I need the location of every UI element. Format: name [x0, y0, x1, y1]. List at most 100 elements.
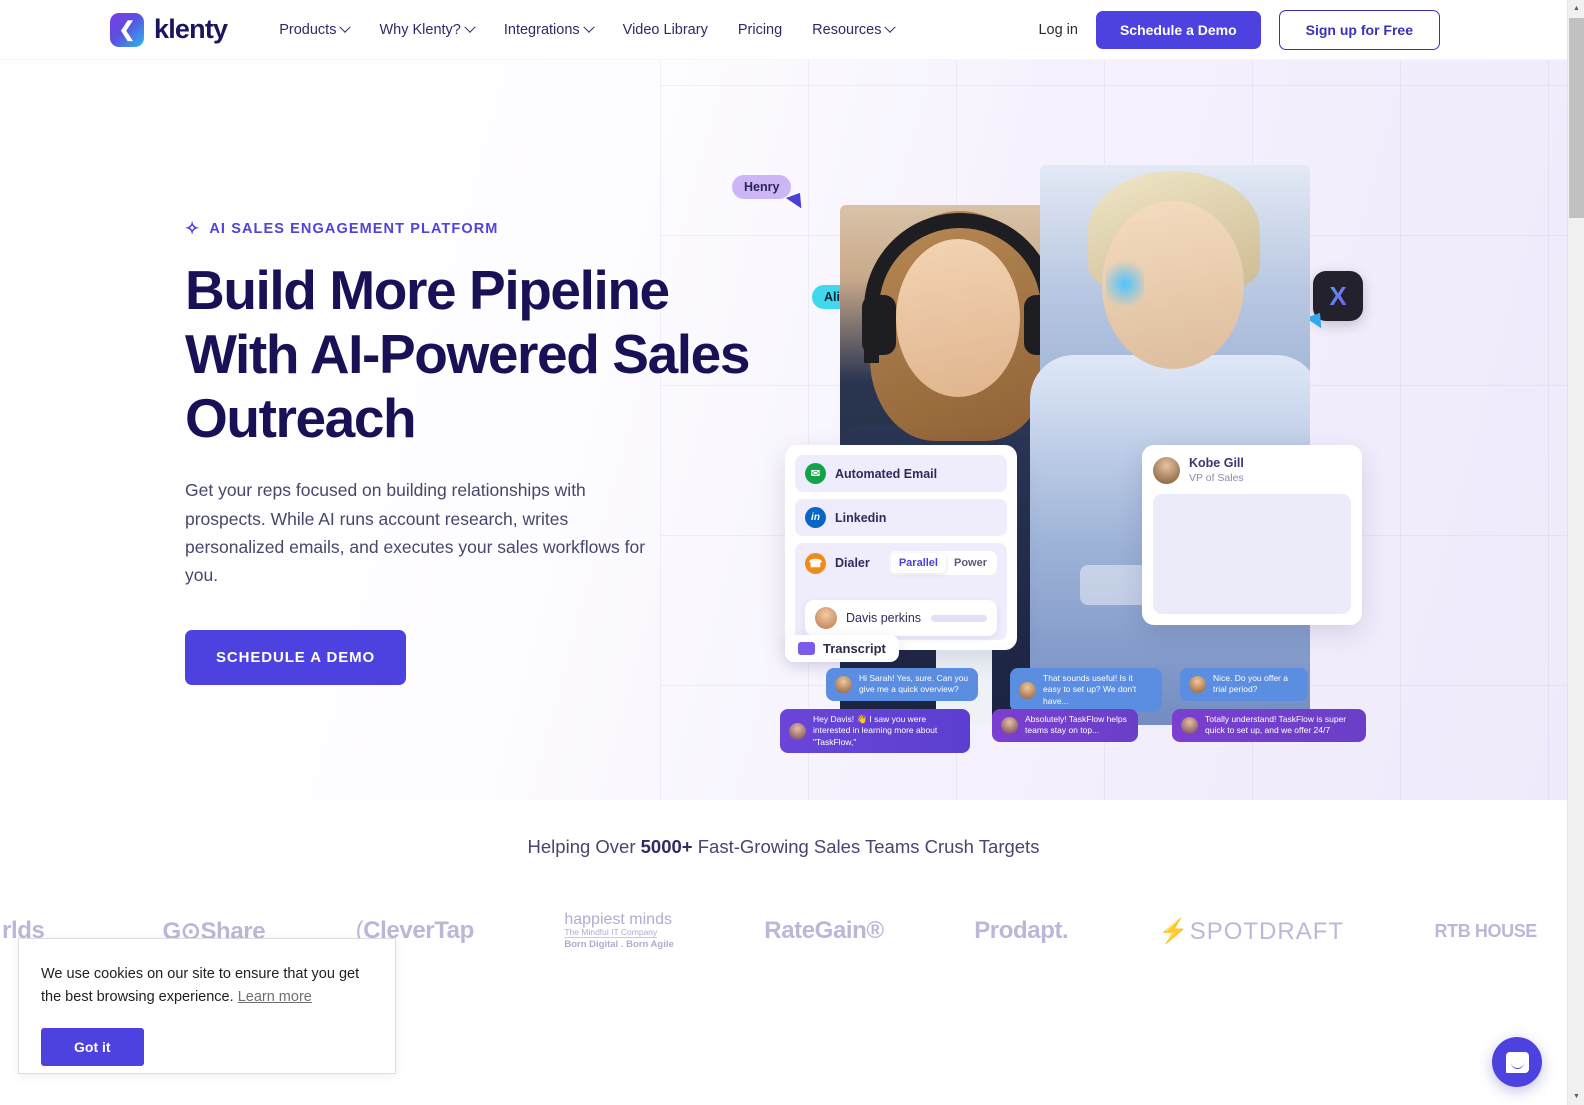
- profile-body-placeholder: [1153, 493, 1351, 614]
- transcript-icon: [798, 642, 815, 655]
- channel-label-linkedin: Linkedin: [835, 510, 887, 525]
- profile-header: Kobe Gill VP of Sales: [1153, 456, 1351, 485]
- chat-bubble-prospect-3: Nice. Do you offer a trial period?: [1180, 668, 1308, 701]
- social-proof-count: 5000+: [640, 836, 693, 857]
- intercom-chat-icon[interactable]: [1492, 1037, 1542, 1087]
- chat-text: Totally understand! TaskFlow is super qu…: [1205, 714, 1347, 736]
- dialer-mode-power[interactable]: Power: [946, 553, 995, 573]
- nav-item-why-klenty[interactable]: Why Klenty?: [379, 21, 476, 38]
- dialer-contact-row: Davis perkins: [805, 600, 997, 636]
- nav-item-resources[interactable]: Resources: [812, 21, 897, 38]
- signup-free-button[interactable]: Sign up for Free: [1278, 9, 1440, 50]
- chat-text: Hey Davis! 👋 I saw you were interested i…: [813, 714, 938, 747]
- channels-card: ✉ Automated Email in Linkedin ☎ Dialer P…: [785, 445, 1017, 650]
- logo-rategain: RateGain®: [764, 917, 884, 944]
- chat-text: Hi Sarah! Yes, sure. Can you give me a q…: [859, 673, 969, 695]
- chat-bubble-rep-3: Totally understand! TaskFlow is super qu…: [1172, 709, 1366, 742]
- chat-text: Nice. Do you offer a trial period?: [1213, 673, 1288, 695]
- chat-bubble-rep-1: Hey Davis! 👋 I saw you were interested i…: [780, 709, 970, 754]
- logo-hm-line3: Born Digital . Born Agile: [564, 939, 674, 951]
- logo-spotdraft-label: SPOTDRAFT: [1189, 917, 1345, 945]
- site-header: ❮ klenty Products Why Klenty? Integratio…: [0, 0, 1567, 60]
- chat-bubble-prospect-2: That sounds useful! Is it easy to set up…: [1010, 668, 1162, 713]
- social-proof-prefix: Helping Over: [527, 836, 641, 857]
- hero-eyebrow-label: AI SALES ENGAGEMENT PLATFORM: [209, 220, 499, 237]
- avatar: [835, 675, 852, 693]
- logo-text: klenty: [154, 14, 228, 44]
- dialer-mode-toggle[interactable]: Parallel Power: [888, 551, 997, 575]
- hero-title-line-3: Outreach: [185, 386, 417, 449]
- channel-label-email: Automated Email: [835, 466, 938, 481]
- nav-label-integrations: Integrations: [503, 21, 580, 38]
- chat-bubble-prospect-1: Hi Sarah! Yes, sure. Can you give me a q…: [826, 668, 978, 701]
- avatar: [815, 607, 837, 629]
- hero-section: ✧ AI SALES ENGAGEMENT PLATFORM Build Mor…: [0, 60, 1567, 800]
- cookie-consent-banner: We use cookies on our site to ensure tha…: [18, 938, 396, 1074]
- profile-card: Kobe Gill VP of Sales: [1142, 445, 1362, 625]
- scrollbar-up-arrow[interactable]: ▲: [1568, 0, 1584, 17]
- avatar: [1019, 681, 1036, 699]
- name-tag-henry: Henry: [732, 175, 792, 199]
- dialer-contact-name: Davis perkins: [846, 611, 922, 625]
- logo-happiest-minds: happiest minds The Mindful IT Company Bo…: [564, 911, 674, 951]
- hero-schedule-demo-button[interactable]: SCHEDULE A DEMO: [185, 629, 407, 685]
- phone-icon: ☎: [805, 552, 826, 574]
- primary-nav: Products Why Klenty? Integrations Video …: [279, 21, 897, 38]
- nav-label-video-library: Video Library: [622, 21, 708, 38]
- channel-row-email[interactable]: ✉ Automated Email: [795, 455, 1007, 492]
- hero-title-line-1: Build More Pipeline: [185, 259, 670, 321]
- chat-text: Absolutely! TaskFlow helps teams stay on…: [1025, 714, 1127, 736]
- channel-row-linkedin[interactable]: in Linkedin: [795, 499, 1007, 536]
- channel-label-dialer: Dialer: [835, 556, 870, 570]
- mail-icon: ✉: [805, 463, 826, 484]
- nav-label-products: Products: [279, 21, 337, 38]
- scrollbar-down-arrow[interactable]: ▼: [1568, 1088, 1584, 1105]
- transcript-label: Transcript: [823, 641, 886, 656]
- avatar: [1153, 456, 1180, 484]
- login-link[interactable]: Log in: [1038, 22, 1078, 38]
- logo-prodapt: Prodapt.: [974, 917, 1069, 944]
- chat-text: That sounds useful! Is it easy to set up…: [1043, 673, 1137, 706]
- page-root: ❮ klenty Products Why Klenty? Integratio…: [0, 0, 1584, 1105]
- profile-name: Kobe Gill: [1189, 456, 1244, 470]
- nav-label-why-klenty: Why Klenty?: [379, 21, 461, 38]
- channel-row-dialer[interactable]: ☎ Dialer Parallel Power Davis perkins: [795, 543, 1007, 640]
- chat-bubble-rep-2: Absolutely! TaskFlow helps teams stay on…: [992, 709, 1138, 742]
- hero-subtitle: Get your reps focused on building relati…: [185, 480, 646, 586]
- avatar: [1189, 675, 1206, 693]
- klenty-chevron-logo-icon: ❮: [110, 12, 144, 47]
- avatar: [789, 722, 806, 740]
- page-scrollbar[interactable]: ▲ ▼: [1567, 0, 1584, 1105]
- cookie-accept-button[interactable]: Got it: [41, 1027, 144, 1066]
- placeholder-bar: [931, 614, 987, 622]
- nav-item-video-library[interactable]: Video Library: [623, 22, 708, 38]
- scrollbar-thumb[interactable]: [1569, 18, 1584, 218]
- cookie-learn-more-link[interactable]: Learn more: [238, 989, 312, 1005]
- social-proof-title: Helping Over 5000+ Fast-Growing Sales Te…: [0, 836, 1567, 858]
- chat-bubble-glyph: [1505, 1051, 1529, 1073]
- schedule-demo-button[interactable]: Schedule a Demo: [1095, 10, 1261, 49]
- nav-label-pricing: Pricing: [737, 21, 783, 38]
- transcript-pill: Transcript: [785, 635, 899, 662]
- nav-item-products[interactable]: Products: [279, 21, 352, 38]
- chevron-down-icon: [339, 21, 352, 33]
- logo-hm-line2: The Mindful IT Company: [564, 927, 658, 939]
- x-badge-letter: X: [1329, 280, 1347, 311]
- social-proof-suffix: Fast-Growing Sales Teams Crush Targets: [692, 836, 1040, 857]
- logo-spotdraft: ⚡SPOTDRAFT: [1158, 917, 1345, 945]
- transcript-bubbles: Hi Sarah! Yes, sure. Can you give me a q…: [780, 668, 1520, 754]
- nav-item-pricing[interactable]: Pricing: [738, 22, 782, 38]
- chevron-down-icon: [884, 21, 897, 33]
- logo-rtb-house: RTB HOUSE: [1434, 920, 1538, 941]
- linkedin-icon: in: [805, 507, 826, 528]
- nav-label-resources: Resources: [812, 21, 882, 38]
- avatar: [1181, 716, 1198, 734]
- dialer-mode-parallel[interactable]: Parallel: [890, 553, 946, 573]
- header-actions: Log in Schedule a Demo Sign up for Free: [1038, 9, 1440, 50]
- logo[interactable]: ❮ klenty: [110, 12, 228, 47]
- profile-role: VP of Sales: [1189, 471, 1244, 484]
- avatar: [1001, 716, 1018, 734]
- nav-item-integrations[interactable]: Integrations: [503, 21, 595, 38]
- chevron-down-icon: [464, 21, 476, 33]
- chevron-down-icon: [582, 21, 595, 33]
